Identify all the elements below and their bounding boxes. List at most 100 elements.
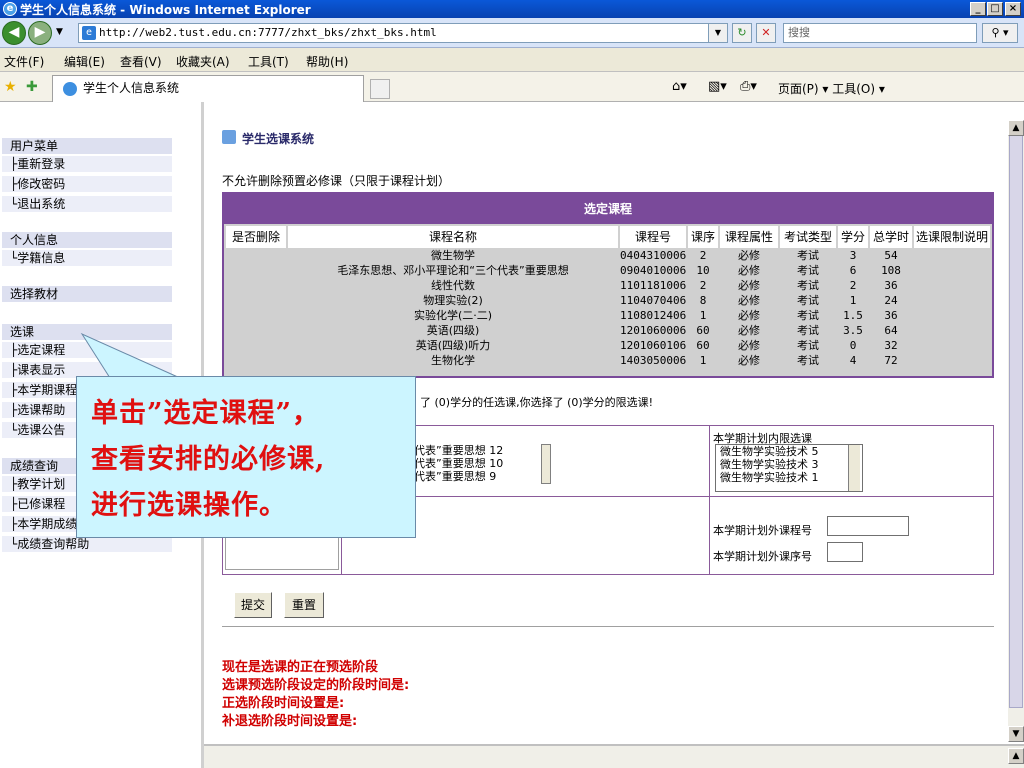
outside-seq-input[interactable] xyxy=(827,542,863,562)
print-icon[interactable]: ⎙▾ xyxy=(740,79,757,94)
elective-num-3: 9 xyxy=(489,470,497,483)
cell-exam: 考试 xyxy=(797,354,819,367)
cell-attr: 必修 xyxy=(738,294,760,307)
menu-edit[interactable]: 编辑(E) xyxy=(64,53,105,70)
sidebar-item-logout[interactable]: └退出系统 xyxy=(2,196,172,212)
limited-listbox[interactable]: 微生物学实验技术 5 微生物学实验技术 3 微生物学实验技术 1 xyxy=(715,444,863,492)
col-seq: 课序 xyxy=(688,226,718,248)
limited-scrollbar[interactable] xyxy=(848,445,860,491)
reset-button[interactable]: 重置 xyxy=(284,592,324,618)
maximize-button[interactable]: □ xyxy=(987,2,1003,16)
elective-scrollbar[interactable] xyxy=(541,444,551,484)
scrollbar-thumb[interactable] xyxy=(1009,134,1023,708)
cell-exam: 考试 xyxy=(797,264,819,277)
cell-name: 实验化学(二·二) xyxy=(413,309,493,322)
elective-num-1: 12 xyxy=(489,444,504,457)
tab-ie-icon xyxy=(63,82,77,96)
home-icon[interactable]: ⌂▾ xyxy=(672,79,687,94)
cell-code: 0904010006 xyxy=(620,264,687,277)
favorites-star-icon[interactable]: ★ xyxy=(4,79,17,95)
cell-exam: 考试 xyxy=(797,339,819,352)
sidebar-section-textbooks[interactable]: 选择教材 xyxy=(2,286,172,302)
address-toolbar: ◀ ▶ ▼ e http://web2.tust.edu.cn:7777/zhx… xyxy=(0,18,1024,48)
url-field[interactable]: e http://web2.tust.edu.cn:7777/zhxt_bks/… xyxy=(78,23,724,43)
forward-button[interactable]: ▶ xyxy=(28,21,52,45)
search-input[interactable]: 搜搜 xyxy=(783,23,977,43)
cell-seq: 1 xyxy=(699,354,707,367)
feeds-icon[interactable]: ▧▾ xyxy=(708,79,727,94)
cell-seq: 2 xyxy=(699,249,707,262)
cell-hours: 36 xyxy=(884,309,898,322)
menu-view[interactable]: 查看(V) xyxy=(120,53,162,70)
cell-name: 微生物学 xyxy=(431,249,475,262)
cell-code: 1101181006 xyxy=(620,279,687,292)
sidebar-item-change-password[interactable]: ├修改密码 xyxy=(2,176,172,192)
cell-attr: 必修 xyxy=(738,354,760,367)
favorites-bar: ★ ✚ 学生个人信息系统 ⌂▾ ▧▾ ⎙▾ 页面(P) ▾ 工具(O) ▾ xyxy=(0,72,1024,102)
cell-attr: 必修 xyxy=(738,249,760,262)
limited-option-2[interactable]: 微生物学实验技术 xyxy=(720,458,808,471)
cell-seq: 8 xyxy=(699,294,707,307)
cell-hours: 64 xyxy=(884,324,898,337)
menu-help[interactable]: 帮助(H) xyxy=(306,53,348,70)
status-line-2: 选课预选阶段设定的阶段时间是: xyxy=(222,678,410,693)
new-tab-button[interactable] xyxy=(370,79,390,99)
callout-line-3: 进行选课操作。 xyxy=(91,490,287,521)
cell-exam: 考试 xyxy=(797,324,819,337)
close-button[interactable]: × xyxy=(1005,2,1021,16)
history-dropdown-icon[interactable]: ▼ xyxy=(56,27,63,37)
page-tools-menu[interactable]: 页面(P) ▾ 工具(O) ▾ xyxy=(778,80,885,97)
outside-code-input[interactable] xyxy=(827,516,909,536)
scroll-up-icon[interactable]: ▲ xyxy=(1008,120,1024,136)
col-course-name: 课程名称 xyxy=(288,226,618,248)
stop-icon[interactable]: ✕ xyxy=(756,23,776,43)
cell-seq: 60 xyxy=(696,324,710,337)
status-line-1: 现在是选课的正在预选阶段 xyxy=(222,660,379,675)
menu-tools[interactable]: 工具(T) xyxy=(248,53,289,70)
cell-name: 物理实验(2) xyxy=(423,294,483,307)
url-dropdown-icon[interactable]: ▼ xyxy=(708,23,728,43)
cell-credit: 6 xyxy=(849,264,857,277)
limited-num-2: 3 xyxy=(811,458,819,471)
tab-current[interactable]: 学生个人信息系统 xyxy=(52,75,364,102)
add-favorite-icon[interactable]: ✚ xyxy=(26,79,38,95)
submit-button[interactable]: 提交 xyxy=(234,592,272,618)
system-icon xyxy=(222,130,236,144)
cell-hours: 54 xyxy=(884,249,898,262)
cell-code: 1108012406 xyxy=(620,309,687,322)
limited-option-3[interactable]: 微生物学实验技术 xyxy=(720,471,808,484)
back-button[interactable]: ◀ xyxy=(2,21,26,45)
col-attr: 课程属性 xyxy=(720,226,778,248)
search-button-icon[interactable]: ⚲ ▾ xyxy=(982,23,1018,43)
minimize-button[interactable]: _ xyxy=(970,2,986,16)
menu-file[interactable]: 文件(F) xyxy=(4,53,44,70)
ie-icon: e xyxy=(3,2,17,16)
col-limit: 选课限制说明 xyxy=(914,226,990,248)
limited-num-3: 1 xyxy=(811,471,819,484)
callout-line-2: 查看安排的必修课, xyxy=(91,444,326,475)
cell-seq: 2 xyxy=(699,279,707,292)
cell-credit: 3.5 xyxy=(843,324,863,337)
outside-code-label: 本学期计划外课程号 xyxy=(713,524,812,537)
scroll-down-icon[interactable]: ▼ xyxy=(1008,726,1024,742)
limited-option-1[interactable]: 微生物学实验技术 xyxy=(720,445,808,458)
sidebar-item-student-info[interactable]: └学籍信息 xyxy=(2,250,172,266)
elective-listbox[interactable]: 个代表”重要思想 12 个代表”重要思想 10 个代表”重要思想 9 xyxy=(403,444,553,492)
cell-exam: 考试 xyxy=(797,309,819,322)
status-line-4: 补退选阶段时间设置是: xyxy=(222,714,358,729)
cell-seq: 10 xyxy=(696,264,710,277)
title-bar: e 学生个人信息系统 - Windows Internet Explorer _… xyxy=(0,0,1024,18)
sidebar-item-grades-help[interactable]: └成绩查询帮助 xyxy=(2,536,172,552)
col-credit: 学分 xyxy=(838,226,868,248)
menu-favorites[interactable]: 收藏夹(A) xyxy=(176,53,230,70)
cell-seq: 60 xyxy=(696,339,710,352)
cell-credit: 4 xyxy=(849,354,857,367)
refresh-icon[interactable]: ↻ xyxy=(732,23,752,43)
page-icon: e xyxy=(82,26,96,40)
col-delete: 是否删除 xyxy=(226,226,286,248)
selection-summary: 了 (0)学分的任选课,你选择了 (0)学分的限选课! xyxy=(420,396,654,409)
bottom-scroll-up-icon[interactable]: ▲ xyxy=(1008,748,1024,764)
divider xyxy=(222,626,994,627)
limited-num-1: 5 xyxy=(811,445,819,458)
sidebar-item-relogin[interactable]: ├重新登录 xyxy=(2,156,172,172)
